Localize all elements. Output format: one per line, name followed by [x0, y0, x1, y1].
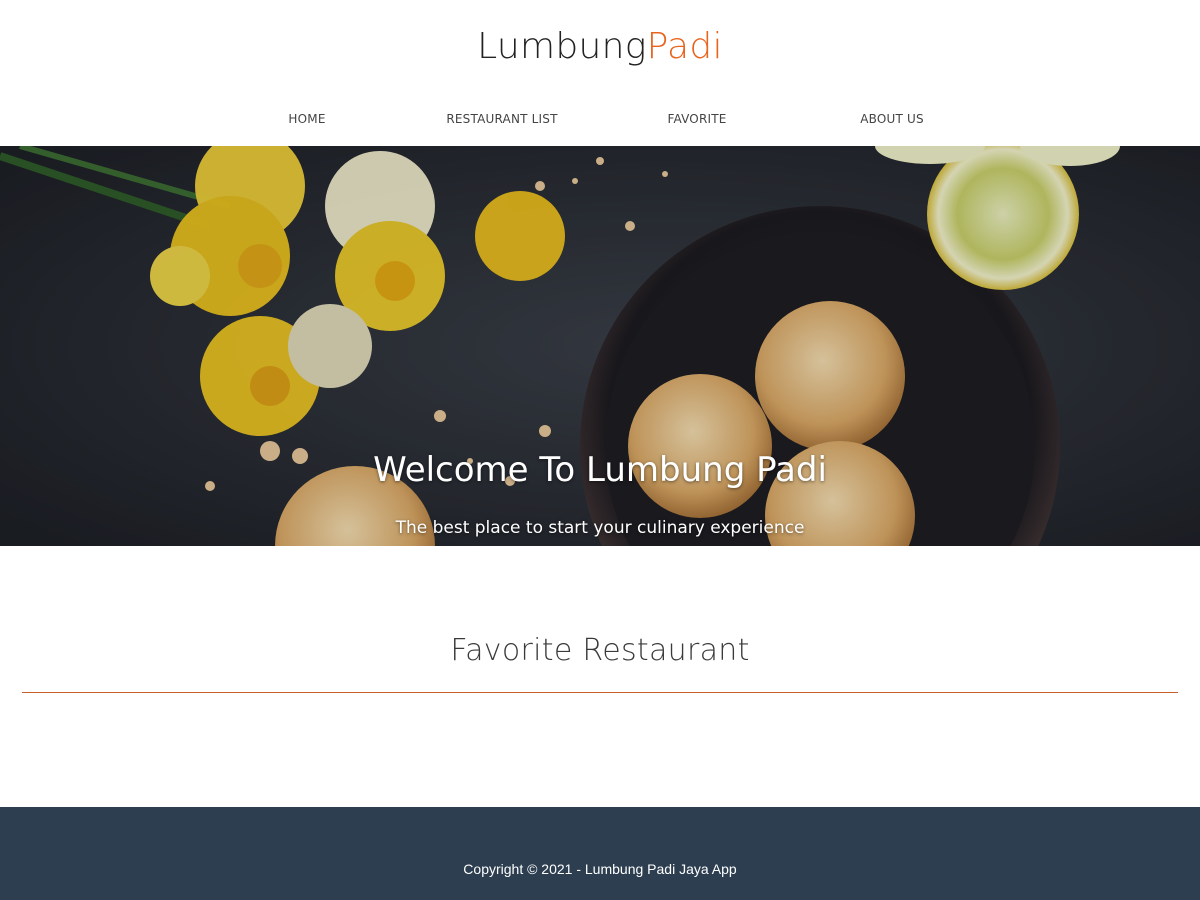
footer-copyright: Copyright © 2021 - Lumbung Padi Jaya App [463, 861, 737, 877]
hero-title: Welcome To Lumbung Padi [373, 450, 827, 490]
nav-restaurant-list[interactable]: RESTAURANT LIST [412, 108, 592, 130]
nav-favorite[interactable]: FAVORITE [607, 108, 787, 130]
brand-name-part2: Padi [646, 26, 723, 67]
hero-subtitle: The best place to start your culinary ex… [395, 518, 805, 538]
hero-banner: Welcome To Lumbung Padi The best place t… [0, 146, 1200, 546]
site-footer: Copyright © 2021 - Lumbung Padi Jaya App [0, 807, 1200, 900]
section-title: Favorite Restaurant [450, 633, 750, 668]
section-divider [22, 692, 1178, 693]
nav-home[interactable]: HOME [217, 108, 397, 130]
site-header: LumbungPadi HOME RESTAURANT LIST FAVORIT… [0, 0, 1200, 146]
brand-logo[interactable]: LumbungPadi [0, 24, 1200, 70]
brand-name-part1: Lumbung [477, 26, 647, 67]
nav-about-us[interactable]: ABOUT US [802, 108, 982, 130]
main-nav: HOME RESTAURANT LIST FAVORITE ABOUT US [0, 108, 1200, 130]
